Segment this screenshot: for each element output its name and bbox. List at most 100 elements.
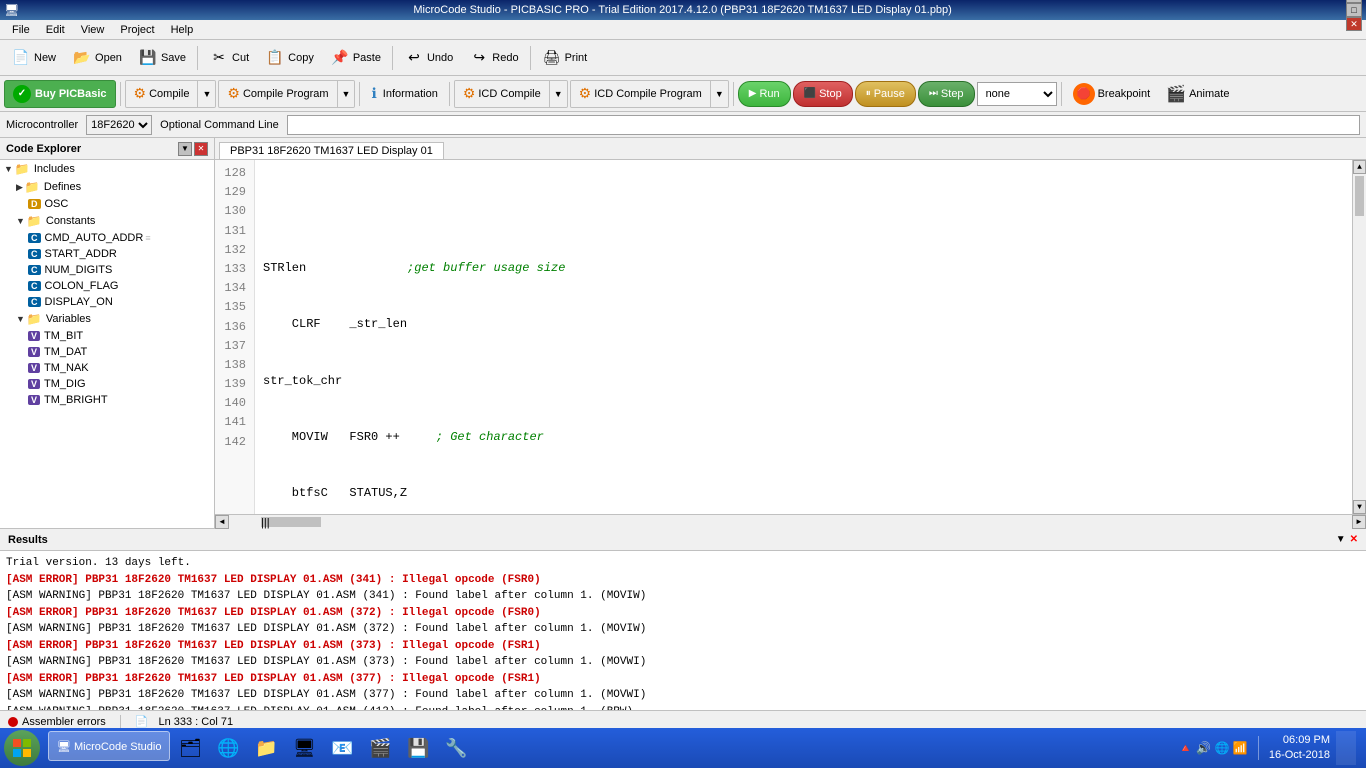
copy-icon: 📋 bbox=[265, 48, 285, 68]
cut-icon: ✂ bbox=[209, 48, 229, 68]
sidebar-item-variables[interactable]: ▼ 📁 Variables bbox=[0, 310, 214, 328]
sidebar-item-constants[interactable]: ▼ 📁 Constants bbox=[0, 212, 214, 230]
sidebar-item-cmd-auto-addr[interactable]: C CMD_AUTO_ADDR ≡ bbox=[0, 230, 214, 246]
run-button[interactable]: ▶ Run bbox=[738, 81, 791, 107]
compile-program-dropdown[interactable]: ▼ bbox=[338, 81, 355, 107]
optional-command-input[interactable] bbox=[287, 115, 1360, 135]
scroll-right-arrow[interactable]: ► bbox=[1352, 515, 1366, 529]
app-icon: 🖥 bbox=[4, 3, 19, 17]
taskbar-icon-6[interactable]: 🎬 bbox=[362, 731, 398, 765]
show-desktop-button[interactable] bbox=[1336, 731, 1356, 765]
scroll-thumb[interactable] bbox=[1355, 176, 1364, 216]
sidebar-item-tm-bright[interactable]: V TM_BRIGHT bbox=[0, 392, 214, 408]
sidebar-item-osc[interactable]: D OSC bbox=[0, 196, 214, 212]
sidebar-item-tm-dat[interactable]: V TM_DAT bbox=[0, 344, 214, 360]
taskbar-app-item[interactable]: 🖥 MicroCode Studio bbox=[48, 731, 170, 761]
line-num-133: 133 bbox=[219, 260, 246, 279]
breakpoint-button[interactable]: 🛑 Breakpoint bbox=[1066, 80, 1158, 108]
sidebar-title: Code Explorer bbox=[6, 143, 81, 155]
result-line-5: [ASM ERROR] PBP31 18F2620 TM1637 LED DIS… bbox=[6, 638, 1360, 655]
buy-picbasic-button[interactable]: ✓ Buy PICBasic bbox=[4, 80, 116, 108]
sidebar-item-start-addr[interactable]: C START_ADDR bbox=[0, 246, 214, 262]
start-button[interactable] bbox=[4, 730, 40, 766]
hscroll-thumb[interactable]: ||| bbox=[261, 517, 321, 527]
icd-compile-icon: ⚙ bbox=[463, 85, 476, 102]
right-scrollbar[interactable]: ▲ ▼ bbox=[1352, 160, 1366, 514]
position-status: Ln 333 : Col 71 bbox=[158, 716, 233, 728]
sidebar-item-display-on[interactable]: C DISPLAY_ON bbox=[0, 294, 214, 310]
code-tab-main[interactable]: PBP31 18F2620 TM1637 LED Display 01 bbox=[219, 142, 444, 159]
menu-project[interactable]: Project bbox=[112, 22, 162, 38]
compile-dropdown[interactable]: ▼ bbox=[198, 81, 215, 107]
pause-icon: ⏸ bbox=[866, 88, 871, 99]
scroll-track[interactable] bbox=[1353, 174, 1366, 500]
taskbar-icon-8[interactable]: 🔧 bbox=[438, 731, 474, 765]
undo-button[interactable]: ↩ Undo bbox=[397, 44, 460, 72]
scroll-up-arrow[interactable]: ▲ bbox=[1353, 160, 1366, 174]
icd-compile-program-button[interactable]: ⚙ ICD Compile Program bbox=[571, 81, 711, 107]
bottom-scrollbar[interactable]: ◄ ||| ► bbox=[215, 514, 1366, 528]
cut-button[interactable]: ✂ Cut bbox=[202, 44, 256, 72]
taskbar-icon-1[interactable]: 🗂 bbox=[172, 731, 208, 765]
code-editor[interactable]: 128 129 130 131 132 133 134 135 136 137 … bbox=[215, 160, 1366, 514]
code-line-128 bbox=[263, 202, 1344, 220]
sidebar-item-includes[interactable]: ▼ 📁 Includes bbox=[0, 160, 214, 178]
redo-button[interactable]: ↪ Redo bbox=[462, 44, 525, 72]
taskbar-clock[interactable]: 06:09 PM 16-Oct-2018 bbox=[1269, 733, 1330, 764]
information-button[interactable]: ℹ Information bbox=[364, 80, 444, 108]
scroll-down-arrow[interactable]: ▼ bbox=[1353, 500, 1366, 514]
sidebar-dropdown-button[interactable]: ▼ bbox=[178, 142, 192, 156]
line-num-140: 140 bbox=[219, 394, 246, 413]
sidebar-item-tm-nak[interactable]: V TM_NAK bbox=[0, 360, 214, 376]
sidebar-item-num-digits[interactable]: C NUM_DIGITS bbox=[0, 262, 214, 278]
menu-help[interactable]: Help bbox=[163, 22, 202, 38]
scroll-left-arrow[interactable]: ◄ bbox=[215, 515, 229, 529]
copy-button[interactable]: 📋 Copy bbox=[258, 44, 321, 72]
icd-compile-program-dropdown[interactable]: ▼ bbox=[711, 81, 728, 107]
print-button[interactable]: 🖨 Print bbox=[535, 44, 595, 72]
save-button[interactable]: 💾 Save bbox=[131, 44, 193, 72]
variables-label: Variables bbox=[46, 313, 91, 325]
taskbar-icon-7[interactable]: 💾 bbox=[400, 731, 436, 765]
menu-file[interactable]: File bbox=[4, 22, 38, 38]
stop-button[interactable]: ⬛ Stop bbox=[793, 81, 853, 107]
taskbar-icon-3[interactable]: 📁 bbox=[248, 731, 284, 765]
step-button[interactable]: ⏭ Step bbox=[918, 81, 975, 107]
icd-compile-program-group: ⚙ ICD Compile Program ▼ bbox=[570, 80, 729, 108]
separator3 bbox=[530, 46, 531, 70]
pause-button[interactable]: ⏸ Pause bbox=[855, 81, 916, 107]
taskbar-icon-2[interactable]: 🌐 bbox=[210, 731, 246, 765]
sidebar-item-defines[interactable]: ▶ 📁 Defines bbox=[0, 178, 214, 196]
icd-compile-dropdown[interactable]: ▼ bbox=[550, 81, 567, 107]
taskbar-icon-5[interactable]: 📧 bbox=[324, 731, 360, 765]
result-line-2: [ASM WARNING] PBP31 18F2620 TM1637 LED D… bbox=[6, 588, 1360, 605]
new-button[interactable]: 📄 New bbox=[4, 44, 63, 72]
sidebar-close-button[interactable]: ✕ bbox=[194, 142, 208, 156]
sidebar-header: Code Explorer ▼ ✕ bbox=[0, 138, 214, 160]
none-select[interactable]: none bbox=[977, 82, 1057, 106]
open-button[interactable]: 📂 Open bbox=[65, 44, 129, 72]
maximize-button[interactable]: □ bbox=[1346, 3, 1362, 17]
compile-button[interactable]: ⚙ Compile bbox=[126, 81, 199, 107]
code-line-132: MOVIW FSR0 ++ ; Get character bbox=[263, 428, 1344, 446]
title-bar: 🖥 MicroCode Studio - PICBASIC PRO - Tria… bbox=[0, 0, 1366, 20]
animate-button[interactable]: 🎬 Animate bbox=[1159, 80, 1236, 108]
menu-edit[interactable]: Edit bbox=[38, 22, 73, 38]
menu-view[interactable]: View bbox=[73, 22, 113, 38]
assembler-errors-status: Assembler errors bbox=[8, 716, 106, 728]
sidebar-item-colon-flag[interactable]: C COLON_FLAG bbox=[0, 278, 214, 294]
close-button[interactable]: ✕ bbox=[1346, 17, 1362, 31]
paste-button[interactable]: 📌 Paste bbox=[323, 44, 388, 72]
code-text[interactable]: STRlen ;get buffer usage size CLRF _str_… bbox=[255, 160, 1352, 514]
microcontroller-select[interactable]: 18F2620 bbox=[86, 115, 152, 135]
results-close[interactable]: ✕ bbox=[1350, 534, 1358, 545]
icd-compile-button[interactable]: ⚙ ICD Compile bbox=[455, 81, 550, 107]
compile-program-button[interactable]: ⚙ Compile Program bbox=[219, 81, 337, 107]
sidebar-item-tm-dig[interactable]: V TM_DIG bbox=[0, 376, 214, 392]
hscroll-track[interactable]: ||| bbox=[229, 515, 1352, 529]
sidebar-item-tm-bit[interactable]: V TM_BIT bbox=[0, 328, 214, 344]
results-dropdown[interactable]: ▼ bbox=[1336, 534, 1346, 545]
separator5 bbox=[359, 82, 360, 106]
taskbar-icon-4[interactable]: 🖥 bbox=[286, 731, 322, 765]
code-editor-area: PBP31 18F2620 TM1637 LED Display 01 128 … bbox=[215, 138, 1366, 528]
